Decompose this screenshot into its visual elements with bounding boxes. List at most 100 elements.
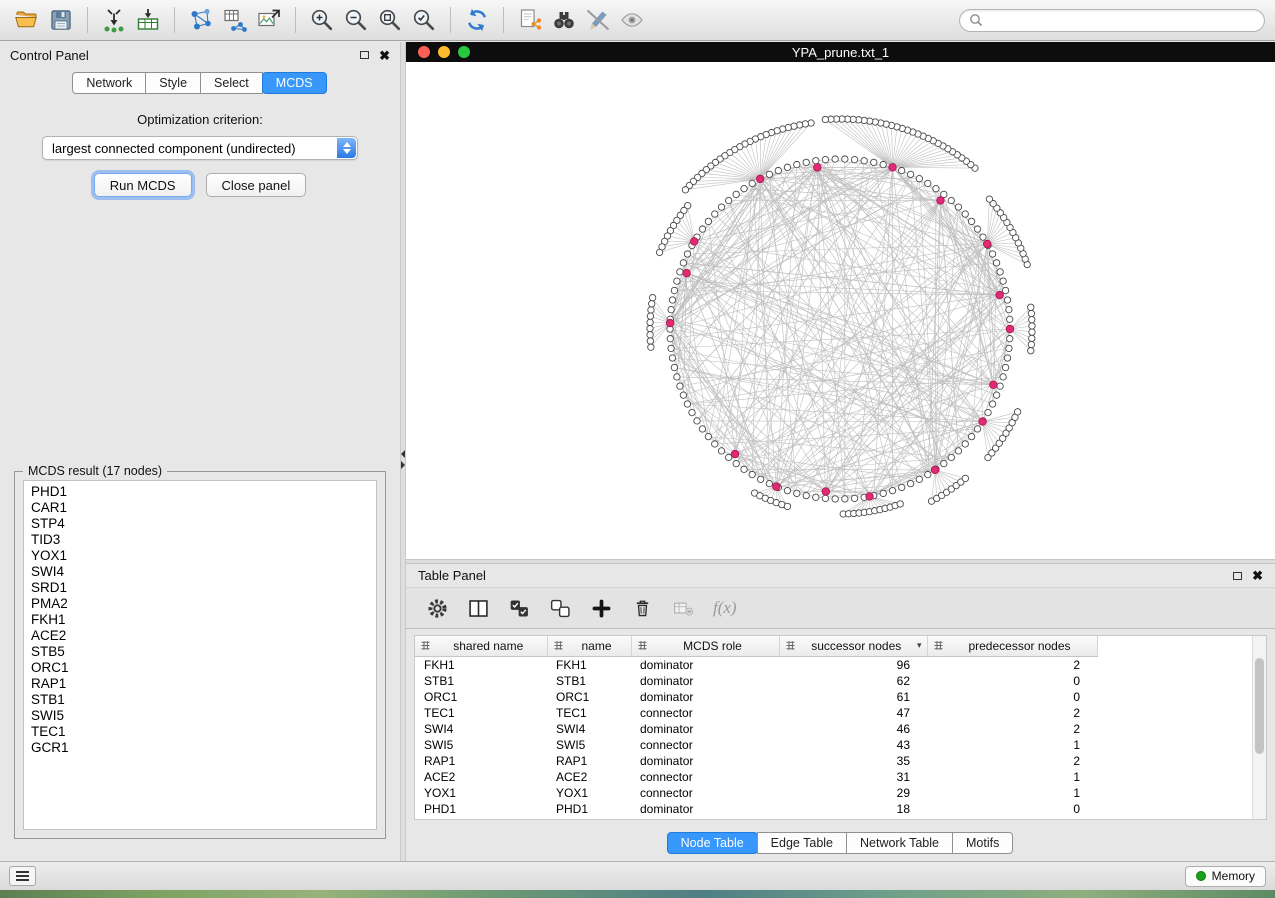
column-header-name[interactable]: name — [547, 636, 631, 656]
column-header-successor-nodes[interactable]: successor nodes▾ — [779, 636, 927, 656]
columns-button[interactable] — [463, 593, 493, 623]
collapse-left-icon[interactable] — [401, 450, 405, 458]
gear-button[interactable] — [422, 593, 452, 623]
table-cell: 31 — [779, 769, 927, 785]
import-table-button[interactable] — [131, 4, 165, 36]
minimize-window-icon[interactable] — [438, 46, 450, 58]
table-row[interactable]: TEC1TEC1connector472 — [415, 705, 1097, 721]
zoom-in-button[interactable] — [305, 4, 339, 36]
tab-mcds[interactable]: MCDS — [262, 72, 327, 94]
zoom-fit-button[interactable] — [373, 4, 407, 36]
new-network-button[interactable] — [184, 4, 218, 36]
table-row[interactable]: RAP1RAP1dominator352 — [415, 753, 1097, 769]
mcds-result-item[interactable]: STB1 — [31, 692, 376, 708]
refresh-icon — [464, 7, 490, 33]
table-row[interactable]: ORC1ORC1dominator610 — [415, 689, 1097, 705]
function-builder-button[interactable]: f(x) — [713, 598, 737, 618]
mcds-result-item[interactable]: PMA2 — [31, 596, 376, 612]
close-table-panel-icon[interactable]: ✖ — [1252, 569, 1263, 582]
table-cell: 61 — [779, 689, 927, 705]
table-cell: 18 — [779, 801, 927, 817]
table-row[interactable]: PHD1PHD1dominator180 — [415, 801, 1097, 817]
close-panel-icon[interactable]: ✖ — [379, 49, 390, 62]
painter-button[interactable] — [581, 4, 615, 36]
table-header-row: shared namenameMCDS rolesuccessor nodes▾… — [415, 636, 1097, 656]
column-header-MCDS-role[interactable]: MCDS role — [631, 636, 779, 656]
tab-motifs[interactable]: Motifs — [952, 832, 1013, 854]
toolbar-separator — [503, 7, 504, 33]
zoom-out-button[interactable] — [339, 4, 373, 36]
share-document-button[interactable] — [513, 4, 547, 36]
criterion-dropdown[interactable]: largest connected component (undirected) — [42, 136, 358, 160]
mcds-result-item[interactable]: YOX1 — [31, 548, 376, 564]
add-row-button[interactable] — [586, 593, 616, 623]
mcds-result-item[interactable]: GCR1 — [31, 740, 376, 756]
maximize-window-icon[interactable] — [458, 46, 470, 58]
refresh-button[interactable] — [460, 4, 494, 36]
mcds-result-item[interactable]: PHD1 — [31, 484, 376, 500]
mcds-result-item[interactable]: RAP1 — [31, 676, 376, 692]
tab-network-table[interactable]: Network Table — [846, 832, 953, 854]
control-panel-tabs: NetworkStyleSelectMCDS — [73, 72, 326, 94]
mcds-result-item[interactable]: CAR1 — [31, 500, 376, 516]
search-box[interactable] — [959, 9, 1265, 32]
tab-style[interactable]: Style — [145, 72, 201, 94]
column-header-predecessor-nodes[interactable]: predecessor nodes — [927, 636, 1097, 656]
network-graph[interactable] — [406, 62, 1273, 559]
table-row[interactable]: SWI5SWI5connector431 — [415, 737, 1097, 753]
table-row[interactable]: YOX1YOX1connector291 — [415, 785, 1097, 801]
tab-network[interactable]: Network — [72, 72, 146, 94]
save-button[interactable] — [44, 4, 78, 36]
table-row[interactable]: STB1STB1dominator620 — [415, 673, 1097, 689]
binoculars-button[interactable] — [547, 4, 581, 36]
close-window-icon[interactable] — [418, 46, 430, 58]
run-mcds-button[interactable]: Run MCDS — [94, 173, 192, 197]
status-bar: Memory — [0, 861, 1275, 890]
mcds-result-item[interactable]: STB5 — [31, 644, 376, 660]
mcds-result-item[interactable]: SRD1 — [31, 580, 376, 596]
export-image-button[interactable] — [252, 4, 286, 36]
trash-button[interactable] — [627, 593, 657, 623]
table-scrollbar[interactable] — [1252, 636, 1266, 819]
table-cell: SWI4 — [547, 721, 631, 737]
column-header-shared-name[interactable]: shared name — [415, 636, 547, 656]
select-all-button[interactable] — [504, 593, 534, 623]
mcds-result-item[interactable]: FKH1 — [31, 612, 376, 628]
mcds-result-item[interactable]: ORC1 — [31, 660, 376, 676]
unselect-all-button[interactable] — [545, 593, 575, 623]
panel-menu-button[interactable] — [9, 866, 36, 886]
mcds-result-item[interactable]: STP4 — [31, 516, 376, 532]
network-table-button[interactable] — [218, 4, 252, 36]
mcds-result-item[interactable]: TEC1 — [31, 724, 376, 740]
eye-button[interactable] — [615, 4, 649, 36]
table-cell: dominator — [631, 721, 779, 737]
open-folder-button[interactable] — [10, 4, 44, 36]
network-canvas[interactable] — [406, 62, 1275, 559]
zoom-selected-button[interactable] — [407, 4, 441, 36]
float-table-panel-icon[interactable] — [1233, 572, 1242, 580]
memory-button[interactable]: Memory — [1185, 866, 1266, 887]
mcds-result-item[interactable]: SWI4 — [31, 564, 376, 580]
table-scrollbar-thumb[interactable] — [1255, 658, 1264, 754]
mcds-result-item[interactable]: TID3 — [31, 532, 376, 548]
import-network-button[interactable] — [97, 4, 131, 36]
table-cell: 46 — [779, 721, 927, 737]
table-cell: 62 — [779, 673, 927, 689]
tab-edge-table[interactable]: Edge Table — [757, 832, 847, 854]
table-row[interactable]: SWI4SWI4dominator462 — [415, 721, 1097, 737]
table-cell: SWI4 — [415, 721, 547, 737]
open-folder-icon — [14, 7, 40, 33]
table-row[interactable]: ACE2ACE2connector311 — [415, 769, 1097, 785]
close-panel-button[interactable]: Close panel — [206, 173, 307, 197]
collapse-right-icon[interactable] — [401, 461, 405, 469]
mcds-result-item[interactable]: SWI5 — [31, 708, 376, 724]
import-disabled-button[interactable] — [668, 593, 698, 623]
mcds-result-item[interactable]: ACE2 — [31, 628, 376, 644]
search-input[interactable] — [989, 13, 1255, 28]
tab-node-table[interactable]: Node Table — [667, 832, 758, 854]
table-cell: 96 — [779, 656, 927, 673]
float-panel-icon[interactable] — [360, 51, 369, 59]
tab-select[interactable]: Select — [200, 72, 263, 94]
table-row[interactable]: FKH1FKH1dominator962 — [415, 656, 1097, 673]
mcds-result-list[interactable]: PHD1CAR1STP4TID3YOX1SWI4SRD1PMA2FKH1ACE2… — [23, 480, 377, 830]
